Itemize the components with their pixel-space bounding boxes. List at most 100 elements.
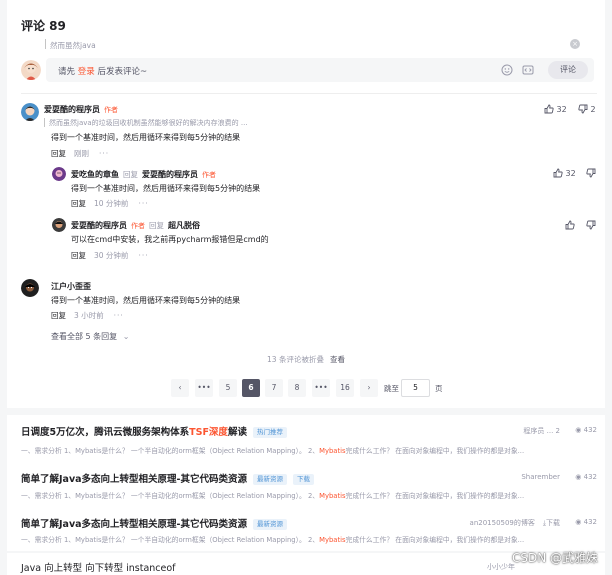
view-folded-link[interactable]: 查看 [330,355,345,364]
next-page-button[interactable]: › [360,379,378,397]
commenter-avatar[interactable] [52,167,66,181]
comment-input[interactable]: 请先 登录 后发表评论~ 评论 [46,58,594,82]
recommend-title[interactable]: 日调度5万亿次，腾讯云微服务架构体系TSF深度解读 热门推荐 [21,424,287,438]
recommend-desc: 一、需求分析 1、Mybatis是什么？ 一个半自动化的orm框架（Object… [21,445,591,455]
recommend-title[interactable]: 简单了解Java多态向上转型相关原理-其它代码类资源 最新资源 下载 [21,471,314,485]
view-count: ◉ 432 [575,426,597,434]
title-text[interactable]: 简单了解Java多态向上转型相关原理-其它代码类资源 [21,474,247,485]
recommend-item[interactable]: 简单了解Java多态向上转型相关原理-其它代码类资源 最新资源 an2015050… [7,509,605,551]
submit-comment-button[interactable]: 评论 [548,61,588,79]
comment-text: 得到一个基准时间，然后用循环来得到每5分钟的结果 [51,133,241,142]
reply-button[interactable]: 回复 [71,199,86,208]
last-page-button[interactable]: 16 [336,379,354,397]
title-text[interactable]: 简单了解Java多态向上转型相关原理-其它代码类资源 [21,519,247,530]
download-label[interactable]: 下载 [546,519,560,527]
reply-to-label: 回复 [123,170,138,179]
csdn-watermark: CSDN @武雅姝 [511,551,598,565]
recommend-item[interactable]: 日调度5万亿次，腾讯云微服务架构体系TSF深度解读 热门推荐 程序员 ... 2 … [7,415,605,464]
page-ellipsis[interactable]: ••• [195,379,213,397]
commenter-name[interactable]: 爱耍酷的程序员 作者 [44,104,118,115]
commenter-name[interactable]: 爱耍酷的程序员 [71,221,127,230]
desc-text-end: 完成什么工作？ 在面向对象编程中，我们操作的都是对象... [345,492,525,500]
folded-comments-notice: 13 条评论被折叠 查看 [7,354,605,365]
comment-text: 得到一个基准时间，然后用循环来得到每5分钟的结果 [51,296,241,305]
source-name: an20150509的博客 [469,519,535,527]
show-all-replies-text[interactable]: 查看全部 5 条回复 [51,332,117,341]
recommend-source: Sharember [521,473,560,481]
page-button-active[interactable]: 6 [242,379,260,397]
reply-button[interactable]: 回复 [71,251,86,260]
author-badge: 作者 [202,171,216,179]
user-avatar [21,60,41,80]
dislike-button[interactable]: 2 [578,104,596,114]
like-button[interactable]: 32 [553,168,576,178]
reply-button[interactable]: 回复 [51,149,66,158]
view-count: ◉ 432 [575,518,597,526]
recommend-title[interactable]: 简单了解Java多态向上转型相关原理-其它代码类资源 最新资源 [21,516,287,530]
comment-time: 30 分钟前 [94,251,129,260]
commenter-avatar[interactable] [21,279,39,297]
dislike-button[interactable] [586,168,596,178]
dislike-button[interactable] [586,220,596,230]
code-icon[interactable] [522,64,534,76]
quoted-text: 然而虽然java的垃圾回收机制虽然能够很好的解决内存浪费的 ... [49,119,248,127]
more-options-icon[interactable]: ··· [99,149,109,158]
thumbs-down-icon [578,104,588,114]
commenter-avatar[interactable] [52,218,66,232]
view-count: ◉ 432 [575,473,597,481]
jump-page-input[interactable]: 5 [401,379,430,397]
author-badge: 作者 [131,222,145,230]
chevron-down-icon: ⌄ [122,332,130,341]
dislike-count: 2 [590,105,596,114]
author-badge: 作者 [104,106,118,114]
comments-title: 评论 89 [21,19,66,33]
recommend-desc: 一、需求分析 1、Mybatis是什么？ 一个半自动化的orm框架（Object… [21,534,591,544]
commenter-name[interactable]: 爱吃鱼的章鱼 [71,170,119,179]
desc-text-end: 完成什么工作？ 在面向对象编程中，我们操作的都是对象... [345,536,525,544]
recommend-item[interactable]: 简单了解Java多态向上转型相关原理-其它代码类资源 最新资源 下载 Sharemb… [7,464,605,509]
quote-bar [44,118,45,127]
reply-target-name[interactable]: 爱耍酷的程序员 [142,170,198,179]
page-button[interactable]: 8 [288,379,306,397]
recommend-title[interactable]: Java 向上转型 向下转型 instanceof [21,560,176,574]
reply-to-label: 回复 [149,221,164,230]
reply-quote-preview: 然而虽然java [50,41,96,50]
view-count-value: 432 [583,518,597,526]
commenter-avatar[interactable] [21,103,39,121]
show-all-replies-link[interactable]: 查看全部 5 条回复 ⌄ [51,331,129,342]
page-button[interactable]: 5 [219,379,237,397]
title-text[interactable]: 日调度5万亿次，腾讯云微服务架构体系 [21,427,189,438]
more-options-icon[interactable]: ··· [114,311,124,320]
comment-input-prompt: 请先 登录 后发表评论~ [58,65,147,77]
comment-meta: 回复 30 分钟前 ··· [71,250,149,261]
resource-badge: 最新资源 [253,474,287,485]
quote-bar [45,39,46,49]
eye-icon: ◉ [575,473,582,481]
thumbs-down-icon [586,168,596,178]
login-link[interactable]: 登录 [78,67,95,77]
page-button[interactable]: 7 [265,379,283,397]
like-count: 32 [556,105,567,114]
title-text-end[interactable]: 解读 [228,427,247,438]
comment-time: 刚刚 [74,149,89,158]
close-quote-icon[interactable]: × [570,39,580,49]
page-ellipsis[interactable]: ••• [312,379,330,397]
more-options-icon[interactable]: ··· [138,251,148,260]
commenter-name[interactable]: 江户小歪歪 [51,281,91,292]
like-button[interactable] [565,220,575,230]
desc-highlight: Mybatis [319,536,346,544]
like-button[interactable]: 32 [544,104,567,114]
prev-page-button[interactable]: ‹ [171,379,189,397]
emoji-icon[interactable] [501,64,513,76]
desc-text: 一、需求分析 1、Mybatis是什么？ 一个半自动化的orm框架（Object… [21,536,320,544]
reply-header: 爱耍酷的程序员 作者 回复 超凡脱俗 [71,220,200,231]
commenter-name-text[interactable]: 爱耍酷的程序员 [44,105,100,114]
reply-button[interactable]: 回复 [51,311,66,320]
title-highlight[interactable]: TSF深度 [189,427,228,438]
comment-text: 可以在cmd中安装，我之前再pycharm报错但是cmd的 [71,235,269,244]
reply-target-name[interactable]: 超凡脱俗 [168,221,200,230]
more-options-icon[interactable]: ··· [138,199,148,208]
like-count: 32 [565,169,576,178]
thumbs-down-icon [586,220,596,230]
prompt-prefix: 请先 [58,67,76,77]
